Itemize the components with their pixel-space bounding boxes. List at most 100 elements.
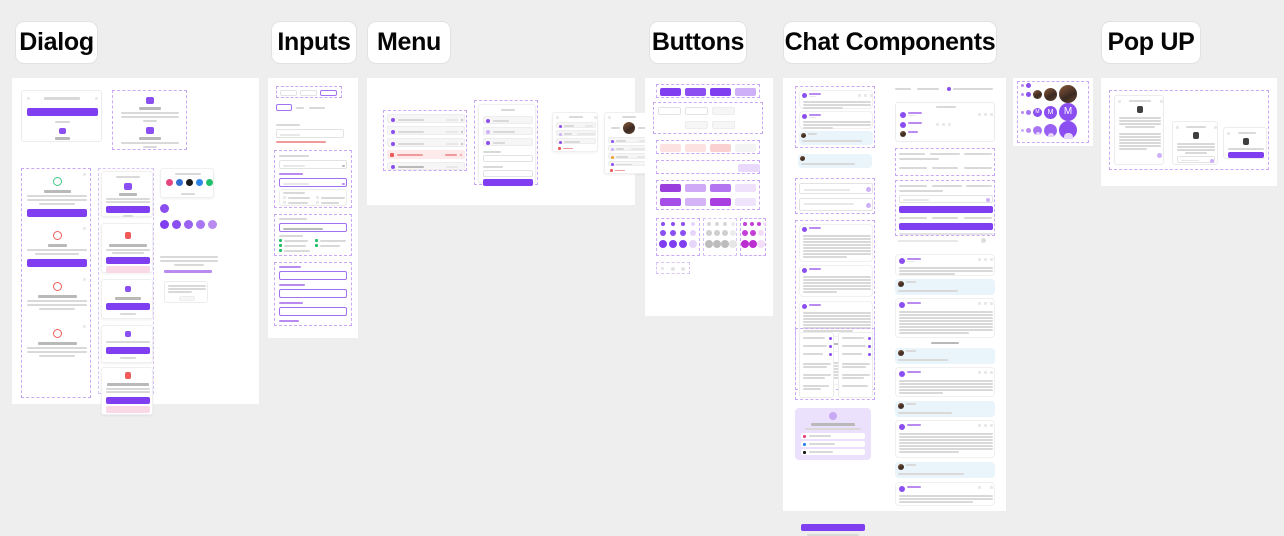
chat-input[interactable] — [799, 183, 873, 194]
icon-button[interactable] — [758, 230, 764, 236]
icon-button[interactable] — [723, 222, 727, 226]
avatar[interactable] — [623, 122, 635, 134]
chevron-right-icon[interactable] — [460, 153, 462, 156]
icon-button[interactable] — [680, 230, 686, 236]
button-purple[interactable] — [685, 198, 706, 206]
close-icon[interactable] — [83, 227, 86, 230]
chat-conversation-card[interactable] — [895, 102, 995, 142]
copy-icon[interactable] — [978, 424, 981, 427]
avatar-photo-xs[interactable] — [1021, 93, 1024, 96]
button-link[interactable] — [686, 165, 708, 171]
chat-list-card[interactable] — [838, 332, 873, 398]
checkbox[interactable] — [283, 196, 286, 199]
icon-button[interactable] — [757, 222, 761, 226]
back-icon[interactable] — [1176, 126, 1179, 129]
settings-row[interactable] — [608, 153, 650, 159]
chat-input[interactable] — [899, 233, 993, 235]
avatar-person-xl[interactable] — [1059, 121, 1077, 139]
close-icon[interactable] — [83, 278, 86, 281]
icon-button[interactable] — [729, 240, 737, 248]
button-danger[interactable] — [660, 144, 681, 152]
copy-icon[interactable] — [858, 94, 861, 97]
button-danger[interactable] — [685, 144, 706, 152]
send-icon[interactable] — [866, 187, 871, 192]
dialog-card-invite[interactable] — [101, 279, 153, 319]
icon-button-disabled[interactable] — [691, 222, 695, 226]
settings-row-danger[interactable] — [608, 168, 650, 173]
avatar-photo-xl[interactable] — [1059, 85, 1077, 103]
icon-button[interactable] — [730, 230, 736, 236]
twitter-icon[interactable] — [196, 179, 203, 186]
back-icon[interactable] — [1118, 100, 1121, 103]
icon-button[interactable] — [749, 240, 757, 248]
checkbox-checked[interactable] — [315, 244, 318, 247]
secondary-link[interactable] — [120, 313, 136, 315]
suggestion-chip[interactable] — [899, 153, 925, 155]
popup-card-medium[interactable] — [1172, 121, 1218, 165]
button-primary-disabled[interactable] — [735, 88, 756, 96]
icon-button[interactable] — [681, 267, 685, 271]
checkbox-dropdown-panel[interactable] — [279, 189, 347, 206]
facebook-icon[interactable] — [176, 179, 183, 186]
suggestion-chip[interactable] — [899, 190, 943, 192]
avatar-letter-xs[interactable] — [1021, 111, 1024, 114]
primary-button[interactable] — [106, 397, 150, 404]
danger-button[interactable] — [106, 406, 150, 413]
more-icon[interactable] — [990, 302, 993, 305]
signin-card[interactable] — [795, 408, 871, 460]
chat-list-card[interactable] — [799, 332, 834, 398]
primary-button[interactable] — [27, 108, 98, 116]
icon-button[interactable] — [707, 222, 711, 226]
signin-option-apple[interactable] — [801, 449, 865, 455]
section-chip-menu[interactable]: Menu — [367, 21, 451, 64]
signin-option-microsoft[interactable] — [801, 441, 865, 447]
tab-chip[interactable] — [300, 90, 317, 96]
text-input[interactable] — [279, 289, 347, 298]
icon-button[interactable] — [731, 222, 735, 226]
signin-cta-button[interactable] — [801, 524, 865, 531]
thumbs-up-icon[interactable] — [984, 371, 987, 374]
thumbs-up-icon[interactable] — [984, 113, 987, 116]
suggestion-chip[interactable] — [932, 217, 958, 219]
button-link-selected[interactable] — [738, 164, 760, 172]
avatar-action-label[interactable] — [611, 127, 620, 129]
menu-item[interactable] — [387, 162, 465, 170]
apple-icon[interactable] — [186, 179, 193, 186]
avatar-person-md[interactable] — [1033, 126, 1042, 135]
checkbox-checked[interactable] — [279, 239, 282, 242]
menu-item[interactable] — [387, 114, 465, 123]
button-purple[interactable] — [710, 198, 731, 206]
button-link[interactable] — [660, 165, 682, 171]
suggestion-chip[interactable] — [899, 167, 927, 169]
dialog-card-delete[interactable] — [101, 223, 153, 273]
primary-button[interactable] — [27, 259, 87, 267]
icon-button[interactable] — [757, 240, 765, 248]
icon-button[interactable] — [671, 267, 675, 271]
more-icon[interactable] — [990, 371, 993, 374]
close-icon[interactable] — [1214, 126, 1217, 129]
dialog-card-link[interactable] — [101, 325, 153, 363]
chevron-right-icon[interactable] — [461, 118, 463, 121]
icon-button[interactable] — [706, 230, 712, 236]
copy-icon[interactable] — [978, 113, 981, 116]
copy-icon[interactable] — [978, 258, 981, 261]
chevron-right-icon[interactable] — [461, 130, 463, 133]
button-primary[interactable] — [660, 88, 681, 96]
suggestion-chip[interactable] — [932, 185, 962, 187]
icon-button-disabled[interactable] — [763, 222, 766, 225]
primary-button[interactable] — [106, 347, 150, 354]
chat-input[interactable] — [799, 198, 873, 211]
popup-cta-button[interactable] — [1228, 152, 1264, 158]
back-icon[interactable] — [608, 116, 611, 119]
icon-button[interactable] — [669, 240, 677, 248]
secondary-link[interactable] — [123, 215, 133, 217]
checkbox-checked[interactable] — [315, 239, 318, 242]
section-chip-popup[interactable]: Pop UP — [1101, 21, 1201, 64]
chat-primary-button[interactable] — [899, 206, 993, 213]
settings-row[interactable] — [608, 145, 650, 151]
suggestion-chip[interactable] — [899, 217, 927, 219]
dialog-card-verify[interactable] — [21, 90, 102, 142]
chat-primary-button[interactable] — [899, 223, 993, 230]
icon-button[interactable] — [750, 222, 754, 226]
select-input[interactable] — [279, 160, 347, 169]
